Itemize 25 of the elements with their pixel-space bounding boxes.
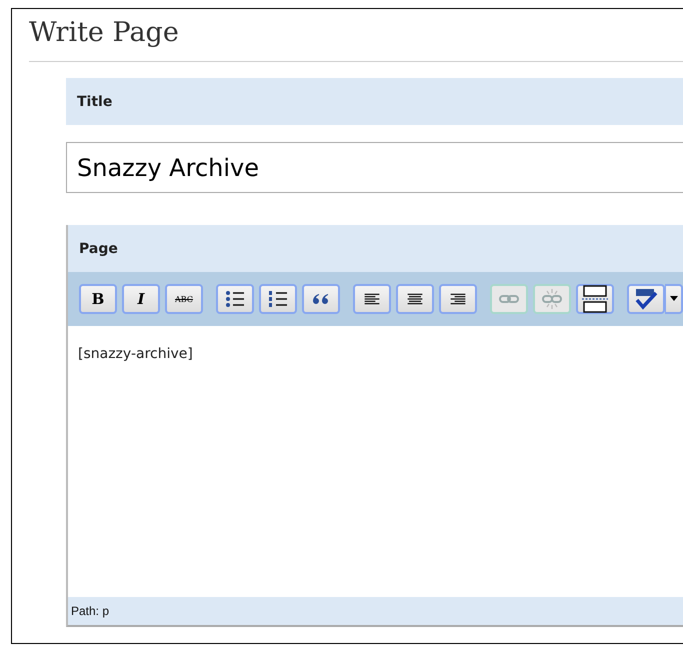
more-button[interactable] — [576, 284, 614, 314]
caret-icon — [668, 296, 678, 302]
link-icon — [498, 293, 520, 305]
align-center-button[interactable] — [396, 284, 434, 314]
italic-button[interactable]: I — [122, 284, 160, 314]
bullet-list-icon — [224, 289, 246, 309]
element-path: Path: p — [71, 604, 110, 618]
numbers-button[interactable] — [259, 284, 297, 314]
align-right-button[interactable] — [439, 284, 477, 314]
quote-icon — [311, 292, 331, 306]
page-heading: Write Page — [29, 16, 180, 50]
numbered-list-icon — [267, 289, 289, 309]
dropdown-button[interactable] — [665, 284, 683, 314]
section-label: Title — [77, 94, 112, 110]
section-label: Page — [79, 240, 118, 256]
spellcheck-icon — [633, 287, 659, 311]
bullets-button[interactable] — [216, 284, 254, 314]
strikethrough-button[interactable]: ABC — [165, 284, 203, 314]
spellcheck-button[interactable] — [627, 284, 665, 314]
align-left-button[interactable] — [353, 284, 391, 314]
title-field[interactable]: Snazzy Archive — [66, 142, 683, 193]
broken-link-icon — [541, 288, 563, 310]
page-break-icon — [581, 285, 609, 313]
quote-button[interactable] — [302, 284, 340, 314]
bold-button[interactable]: B — [79, 284, 117, 314]
